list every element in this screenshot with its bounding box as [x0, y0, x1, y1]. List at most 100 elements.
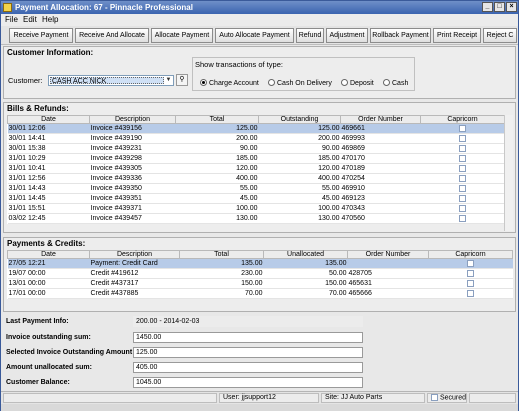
table-cell: 55.00 — [258, 183, 341, 194]
capricorn-checkbox[interactable] — [459, 204, 466, 212]
table-cell: 90.00 — [258, 143, 341, 154]
bills-column-header[interactable]: Capricorn — [420, 115, 505, 124]
table-cell: 470170 — [340, 153, 421, 164]
bills-scrollbar[interactable] — [504, 115, 513, 231]
close-icon[interactable]: × — [506, 2, 517, 12]
capricorn-checkbox[interactable] — [467, 269, 474, 277]
table-cell: 135.00 — [179, 258, 264, 269]
table-cell: 470343 — [340, 203, 421, 214]
table-row[interactable]: 31/01 15:51 Invoice #439371 100.00 100.00 47… — [7, 203, 505, 214]
table-cell: 470189 — [340, 163, 421, 174]
binoculars-search-icon[interactable]: ⚲ — [176, 74, 188, 86]
table-cell: 100.00 — [258, 203, 341, 214]
auto-allocate-payment-button[interactable]: Auto Allocate Payment — [215, 28, 294, 43]
capricorn-cell — [420, 193, 505, 204]
radio-cash[interactable]: Cash — [383, 79, 408, 87]
reject-button[interactable]: Reject C — [483, 28, 517, 43]
table-row[interactable]: 31/01 10:29 Invoice #439298 185.00 185.00 47… — [7, 153, 505, 164]
status-user: User: jjsupport12 — [219, 393, 319, 403]
menu-file[interactable]: File — [5, 15, 18, 24]
print-receipt-button[interactable]: Print Receipt — [433, 28, 481, 43]
capricorn-checkbox[interactable] — [459, 134, 466, 142]
transaction-type-title: Show transactions of type: — [195, 60, 283, 69]
receive-and-allocate-button[interactable]: Receive And Allocate — [75, 28, 149, 43]
horizontal-scrollbar[interactable] — [1, 404, 518, 411]
maximize-icon[interactable]: □ — [494, 2, 505, 12]
capricorn-checkbox[interactable] — [467, 279, 474, 287]
radio-selected-icon — [200, 79, 207, 86]
allocate-payment-button[interactable]: Allocate Payment — [151, 28, 213, 43]
table-row[interactable]: 31/01 12:56 Invoice #439336 400.00 400.00 47… — [7, 173, 505, 184]
bills-column-header[interactable]: Outstanding — [258, 115, 341, 124]
last-payment-value: 200.00 - 2014-02-03 — [133, 316, 363, 327]
bills-column-header[interactable]: Description — [89, 115, 176, 124]
table-row[interactable]: 17/01 00:00 Credit #437885 70.00 70.00 46566… — [7, 288, 513, 299]
capricorn-checkbox[interactable] — [459, 214, 466, 222]
capricorn-cell — [420, 133, 505, 144]
payments-table: Date Description Total Unallocated Order Num… — [7, 250, 513, 299]
bills-column-header[interactable]: Order Number — [340, 115, 421, 124]
radio-cash-on-delivery[interactable]: Cash On Delivery — [268, 79, 332, 87]
menu-edit[interactable]: Edit — [23, 15, 37, 24]
menu-help[interactable]: Help — [42, 15, 58, 24]
selected-outstanding-field[interactable]: 125.00 — [133, 347, 363, 358]
bills-title: Bills & Refunds: — [7, 104, 69, 113]
table-cell: 469661 — [340, 123, 421, 134]
capricorn-checkbox[interactable] — [459, 184, 466, 192]
capricorn-checkbox[interactable] — [467, 259, 474, 267]
customer-balance-field[interactable]: 1045.00 — [133, 377, 363, 388]
table-row[interactable]: 19/07 00:00 Credit #419612 230.00 50.00 4287… — [7, 268, 513, 279]
table-row[interactable]: 03/02 12:45 Invoice #439457 130.00 130.00 47… — [7, 213, 505, 224]
invoice-outstanding-field[interactable]: 1450.00 — [133, 332, 363, 343]
capricorn-cell — [420, 153, 505, 164]
table-cell: 45.00 — [175, 193, 259, 204]
customer-combobox[interactable]: CASH ACC NICK ▼ — [48, 75, 174, 86]
payments-column-header[interactable]: Description — [89, 250, 180, 259]
toolbar: Receive Payment Receive And Allocate All… — [1, 26, 518, 45]
capricorn-checkbox[interactable] — [459, 194, 466, 202]
adjustment-button[interactable]: Adjustment — [326, 28, 368, 43]
table-cell: 120.00 — [175, 163, 259, 174]
table-cell: 230.00 — [179, 268, 264, 279]
capricorn-checkbox[interactable] — [459, 174, 466, 182]
payments-column-header[interactable]: Capricorn — [428, 250, 513, 259]
refund-button[interactable]: Refund — [296, 28, 324, 43]
capricorn-checkbox[interactable] — [467, 289, 474, 297]
app-window: Payment Allocation: 67 - Pinnacle Profes… — [0, 0, 519, 411]
receive-payment-button[interactable]: Receive Payment — [9, 28, 73, 43]
capricorn-checkbox[interactable] — [459, 144, 466, 152]
capricorn-cell — [428, 258, 513, 269]
table-row[interactable]: 31/01 14:43 Invoice #439350 55.00 55.00 4699… — [7, 183, 505, 194]
minimize-icon[interactable]: _ — [482, 2, 493, 12]
table-row[interactable]: 27/05 12:21 Payment: Credit Card 135.00 135… — [7, 258, 513, 269]
table-cell: 465631 — [347, 278, 429, 289]
table-cell: 90.00 — [175, 143, 259, 154]
radio-deposit[interactable]: Deposit — [341, 79, 374, 87]
payments-column-header[interactable]: Order Number — [347, 250, 429, 259]
capricorn-checkbox[interactable] — [459, 154, 466, 162]
table-row[interactable]: 30/01 15:38 Invoice #439231 90.00 90.00 4698… — [7, 143, 505, 154]
table-row[interactable]: 31/01 14:45 Invoice #439351 45.00 45.00 4691… — [7, 193, 505, 204]
amount-unallocated-label: Amount unallocated sum: — [6, 364, 92, 371]
table-row[interactable]: 30/01 12:06 Invoice #439156 125.00 125.00 46… — [7, 123, 505, 134]
capricorn-checkbox[interactable] — [459, 164, 466, 172]
capricorn-cell — [420, 213, 505, 224]
table-row[interactable]: 13/01 00:00 Credit #437317 150.00 150.00 465… — [7, 278, 513, 289]
table-row[interactable]: 30/01 14:41 Invoice #439190 200.00 200.00 46… — [7, 133, 505, 144]
radio-charge-account[interactable]: Charge Account — [200, 79, 259, 87]
capricorn-checkbox[interactable] — [459, 124, 466, 132]
table-cell: 469869 — [340, 143, 421, 154]
chevron-down-icon[interactable]: ▼ — [164, 76, 173, 85]
table-row[interactable]: 31/01 10:41 Invoice #439305 120.00 120.00 47… — [7, 163, 505, 174]
payments-column-header[interactable]: Date — [7, 250, 90, 259]
table-cell: 135.00 — [263, 258, 348, 269]
amount-unallocated-field[interactable]: 405.00 — [133, 362, 363, 373]
payments-column-header[interactable]: Total — [179, 250, 264, 259]
bills-column-header[interactable]: Total — [175, 115, 259, 124]
table-cell: Invoice #439350 — [89, 183, 176, 194]
bills-column-header[interactable]: Date — [7, 115, 90, 124]
payments-column-header[interactable]: Unallocated — [263, 250, 348, 259]
rollback-payment-button[interactable]: Rollback Payment — [370, 28, 431, 43]
table-cell: Invoice #439305 — [89, 163, 176, 174]
table-cell: 125.00 — [175, 123, 259, 134]
